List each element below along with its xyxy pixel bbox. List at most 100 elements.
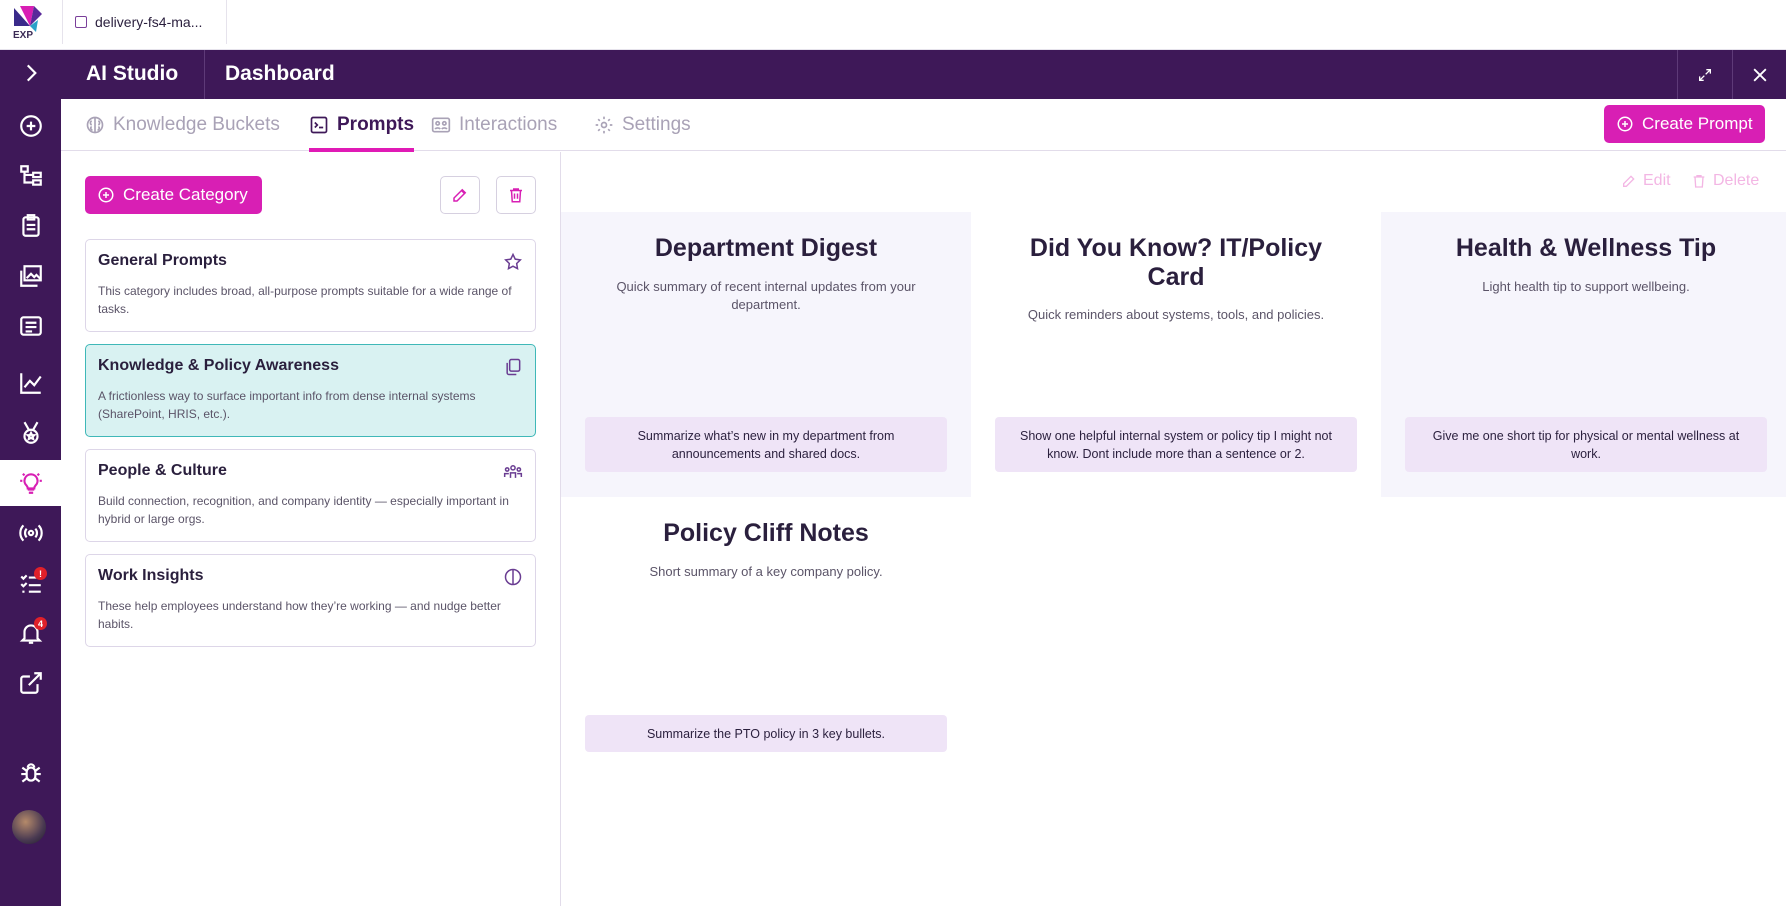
broadcast-icon <box>18 524 43 542</box>
sidebar-item-notifications[interactable]: 4 <box>0 610 61 656</box>
notifications-badge: 4 <box>34 617 47 630</box>
prompts-panel: Edit Delete Department Digest Quick summ… <box>561 152 1786 906</box>
category-description: This category includes broad, all-purpos… <box>98 284 512 316</box>
sidebar-item-bug-report[interactable] <box>0 750 61 796</box>
window-icon <box>75 16 87 28</box>
prompt-card[interactable]: Health & Wellness Tip Light health tip t… <box>1381 212 1786 497</box>
sidebar-item-news[interactable] <box>0 303 61 349</box>
star-icon <box>504 252 522 270</box>
category-title: Work Insights <box>98 567 204 584</box>
sidebar-item-analytics[interactable] <box>0 360 61 406</box>
tab-bar: Knowledge Buckets Prompts Interactions S… <box>61 99 1786 152</box>
prompt-description: Light health tip to support wellbeing. <box>1482 279 1690 294</box>
pencil-icon <box>1623 175 1635 187</box>
copy-icon <box>506 358 521 376</box>
tab-interactions[interactable]: Interactions <box>431 99 557 151</box>
category-card-selected[interactable]: Knowledge & Policy Awareness A frictionl… <box>85 344 536 437</box>
edit-label: Edit <box>1643 172 1671 189</box>
sidebar-item-awards[interactable] <box>0 410 61 456</box>
tasks-badge: ! <box>34 567 47 580</box>
app-title: AI Studio <box>86 62 179 85</box>
sidebar-item-ai-studio[interactable] <box>0 460 61 506</box>
expand-icon <box>1698 68 1711 81</box>
prompt-title: Department Digest <box>654 234 878 262</box>
trash-icon <box>1693 175 1705 188</box>
category-card[interactable]: People & Culture Build connection, recog… <box>85 449 536 542</box>
tab-knowledge-buckets[interactable]: Knowledge Buckets <box>85 99 280 151</box>
prompt-text: Summarize what’s new in my department fr… <box>585 417 947 472</box>
prompt-card[interactable]: Department Digest Quick summary of recen… <box>561 212 971 497</box>
image-gallery-icon <box>19 265 42 287</box>
prompt-description: Quick reminders about systems, tools, an… <box>1027 307 1325 322</box>
tab-prompts[interactable]: Prompts <box>309 99 415 152</box>
create-prompt-button[interactable]: Create Prompt <box>1604 105 1765 143</box>
sidebar-item-hierarchy[interactable] <box>0 153 61 199</box>
tab-label: Settings <box>622 114 691 135</box>
hierarchy-icon <box>19 165 42 186</box>
delete-prompt-link[interactable]: Delete <box>1691 172 1759 190</box>
expand-button[interactable] <box>1677 50 1731 99</box>
pencil-icon <box>453 188 467 202</box>
prompt-text: Summarize the PTO policy in 3 key bullet… <box>585 715 947 752</box>
browser-tab[interactable]: delivery-fs4-ma... <box>62 0 227 44</box>
browser-tab-label: delivery-fs4-ma... <box>95 14 203 30</box>
prompt-text: Give me one short tip for physical or me… <box>1405 417 1767 472</box>
line-chart-icon <box>19 373 42 394</box>
clipboard-icon <box>21 214 40 237</box>
add-circle-icon <box>98 187 114 203</box>
external-link-icon <box>19 672 42 694</box>
prompt-title: Policy Cliff Notes <box>663 519 869 547</box>
half-circle-icon <box>504 568 522 586</box>
chevron-right-icon <box>26 64 37 82</box>
top-bar: EXP delivery-fs4-ma... <box>0 0 1786 50</box>
prompt-description: Quick summary of recent internal updates… <box>616 279 916 312</box>
bug-icon <box>20 763 41 783</box>
newspaper-icon <box>19 316 42 336</box>
sidebar-item-gallery[interactable] <box>0 253 61 299</box>
category-title: Knowledge & Policy Awareness <box>98 357 339 374</box>
tab-settings[interactable]: Settings <box>594 99 691 151</box>
category-description: Build connection, recognition, and compa… <box>98 494 509 526</box>
header-divider <box>204 50 205 99</box>
expand-sidebar-button[interactable] <box>0 50 61 96</box>
create-category-button[interactable]: Create Category <box>85 176 262 214</box>
app-header: AI Studio Dashboard <box>61 50 1786 99</box>
nav-sidebar: ! 4 <box>0 50 61 906</box>
edit-category-button[interactable] <box>440 176 480 214</box>
create-prompt-label: Create Prompt <box>1642 114 1753 133</box>
category-card[interactable]: Work Insights These help employees under… <box>85 554 536 647</box>
prompt-text: Show one helpful internal system or poli… <box>995 417 1357 472</box>
avatar[interactable] <box>12 810 46 844</box>
trash-icon <box>510 188 522 203</box>
close-icon <box>1753 68 1766 81</box>
gear-icon <box>595 116 613 134</box>
delete-category-button[interactable] <box>496 176 536 214</box>
terminal-icon <box>310 116 328 134</box>
close-button[interactable] <box>1732 50 1786 99</box>
add-circle-icon <box>19 115 42 137</box>
people-icon <box>431 117 451 133</box>
category-description: These help employees understand how they… <box>98 599 501 631</box>
logo-text: EXP <box>13 30 34 41</box>
lightbulb-icon <box>19 473 42 494</box>
sidebar-item-external[interactable] <box>0 660 61 706</box>
prompt-card[interactable]: Policy Cliff Notes Short summary of a ke… <box>561 497 971 782</box>
prompt-card[interactable]: Did You Know? IT/Policy Card Quick remin… <box>971 212 1381 497</box>
group-icon <box>503 465 523 478</box>
prompt-description: Short summary of a key company policy. <box>649 564 883 579</box>
edit-prompt-link[interactable]: Edit <box>1621 172 1671 190</box>
brain-icon <box>86 116 104 134</box>
sidebar-item-broadcast[interactable] <box>0 510 61 556</box>
medal-icon <box>22 421 39 444</box>
tab-label: Knowledge Buckets <box>113 114 280 135</box>
prompt-title: Health & Wellness Tip <box>1455 234 1717 262</box>
sidebar-item-clipboard[interactable] <box>0 203 61 249</box>
tab-label: Prompts <box>337 114 415 135</box>
create-category-label: Create Category <box>123 185 248 204</box>
category-card[interactable]: General Prompts This category includes b… <box>85 239 536 332</box>
sidebar-item-tasks[interactable]: ! <box>0 560 61 606</box>
sidebar-item-create[interactable] <box>0 103 61 149</box>
page-title: Dashboard <box>225 62 335 85</box>
category-title: People & Culture <box>98 462 227 479</box>
category-title: General Prompts <box>98 252 227 269</box>
